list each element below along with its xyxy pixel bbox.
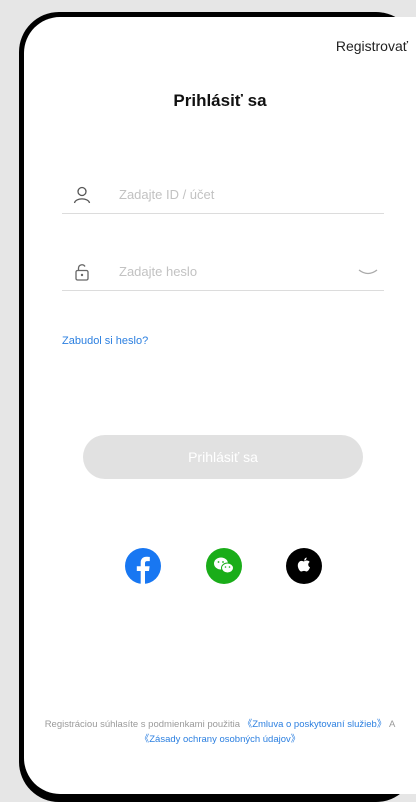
login-screen: Registrovať Prihlásiť sa Zadajte ID / úč…	[24, 17, 416, 794]
password-input[interactable]: Zadajte heslo	[119, 264, 197, 279]
login-button[interactable]: Prihlásiť sa	[83, 435, 363, 479]
account-input[interactable]: Zadajte ID / účet	[119, 187, 214, 202]
lock-icon	[75, 264, 89, 281]
wechat-login-button[interactable]	[206, 548, 242, 584]
apple-icon	[297, 557, 310, 572]
terms-prefix: Registráciou súhlasíte s podmienkami pou…	[44, 719, 243, 730]
facebook-login-button[interactable]	[125, 548, 161, 584]
wechat-icon	[214, 557, 234, 574]
service-agreement-link[interactable]: 《Zmluva o poskytovaní služieb》	[243, 719, 387, 730]
hidden-eye-icon[interactable]	[358, 268, 378, 278]
user-icon	[73, 186, 91, 204]
page-title: Prihlásiť sa	[173, 91, 267, 110]
forgot-password-link[interactable]: Zabudol si heslo?	[62, 335, 148, 347]
facebook-icon	[136, 556, 150, 584]
apple-login-button[interactable]	[286, 548, 322, 584]
password-field[interactable]: Zadajte heslo	[62, 252, 384, 291]
privacy-policy-link[interactable]: 《Zásady ochrany osobných údajov》	[140, 734, 301, 745]
account-field[interactable]: Zadajte ID / účet	[62, 175, 384, 214]
terms-connector: A	[386, 719, 396, 730]
terms-notice: Registráciou súhlasíte s podmienkami pou…	[24, 717, 416, 747]
register-link[interactable]: Registrovať	[336, 38, 408, 54]
